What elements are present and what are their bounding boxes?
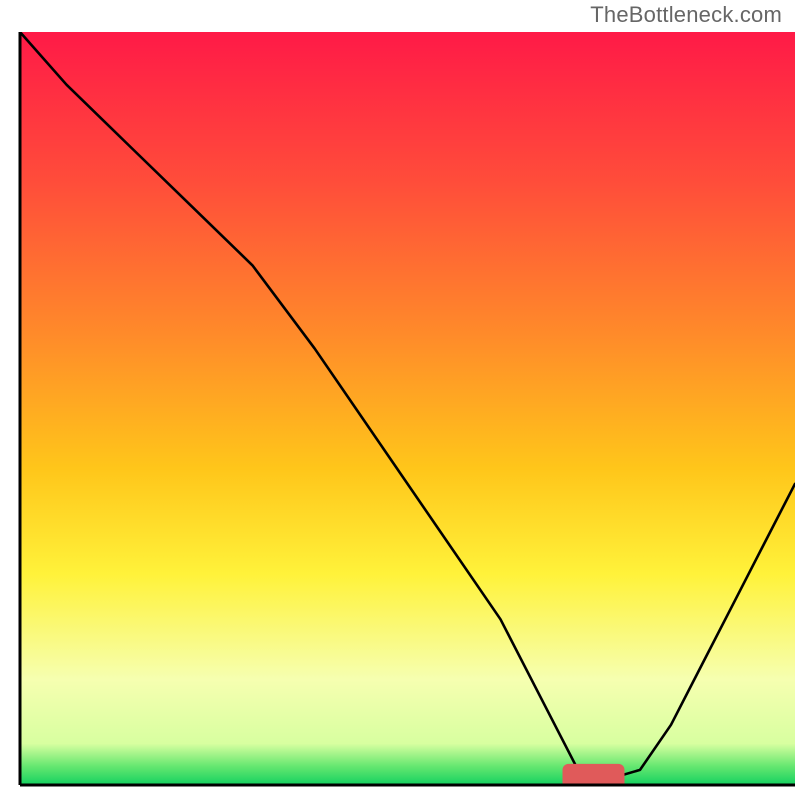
gradient-background bbox=[20, 32, 795, 785]
minimum-marker bbox=[563, 764, 625, 794]
plot-area bbox=[20, 32, 795, 794]
watermark-text: TheBottleneck.com bbox=[590, 2, 782, 28]
chart-container: TheBottleneck.com bbox=[0, 0, 800, 800]
bottleneck-chart bbox=[0, 0, 800, 800]
